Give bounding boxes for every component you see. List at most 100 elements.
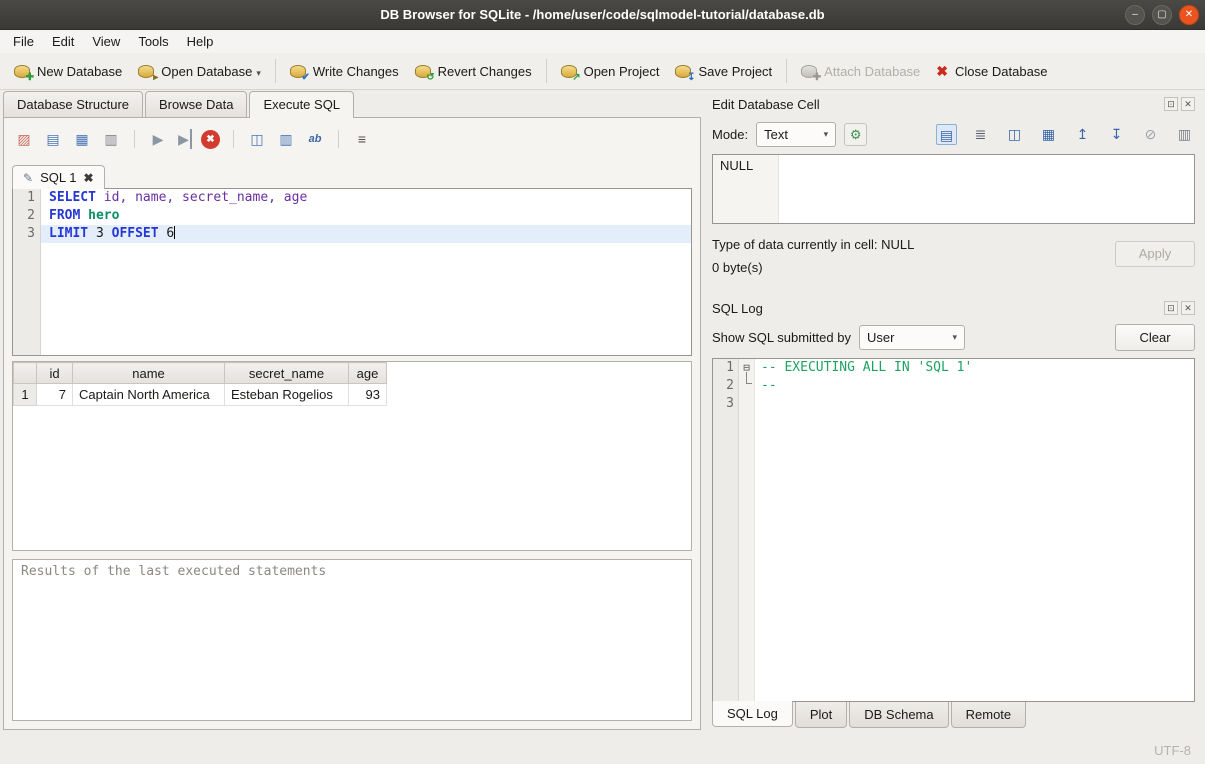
code-token: hero <box>88 208 119 223</box>
open-project-icon: ↗ <box>561 65 577 78</box>
log-line: -- <box>755 377 1194 395</box>
minimize-button[interactable]: – <box>1125 5 1145 25</box>
new-sql-file-icon[interactable]: ▨ <box>14 129 34 149</box>
code-token: LIMIT <box>49 226 88 241</box>
submitted-by-select[interactable]: User ▾ <box>859 325 965 350</box>
line-number: 2 <box>13 207 40 225</box>
code-token: id, name, secret_name, age <box>96 190 307 205</box>
format-sql-icon[interactable]: ≡ <box>352 129 372 149</box>
execute-line-icon[interactable]: ▶ <box>177 129 192 149</box>
auto-detect-mode-icon[interactable]: ⚙ <box>844 123 867 146</box>
save-sql-file-icon[interactable]: ▦ <box>72 129 92 149</box>
sql-log-view[interactable]: 123 ⊟ -- EXECUTING ALL IN 'SQL 1'-- <box>712 358 1195 702</box>
results-message: Results of the last executed statements <box>12 559 692 721</box>
toolbar-separator <box>546 59 547 83</box>
revert-changes-button[interactable]: ↺Revert Changes <box>407 59 540 84</box>
table-row: 17Captain North AmericaEsteban Rogelios9… <box>14 384 387 406</box>
column-header-age[interactable]: age <box>349 363 387 384</box>
execute-all-icon[interactable]: ▶ <box>148 129 168 149</box>
cell[interactable]: 7 <box>37 384 73 406</box>
cell-editor-area[interactable] <box>779 155 1194 223</box>
print-icon[interactable]: ▥ <box>101 129 121 149</box>
column-header-secret-name[interactable]: secret_name <box>225 363 349 384</box>
app-window: DB Browser for SQLite - /home/user/code/… <box>0 0 1205 764</box>
right-dock: Edit Database Cell ⊡ ✕ Mode: Text ▾ ⚙ ▤≣… <box>704 90 1205 736</box>
sql-editor[interactable]: 123 SELECT id, name, secret_name, ageFRO… <box>12 188 692 356</box>
tab-plot[interactable]: Plot <box>795 702 847 728</box>
float-panel-icon[interactable]: ⊡ <box>1164 301 1178 315</box>
save-project-button[interactable]: ↧Save Project <box>667 59 780 84</box>
export-icon[interactable]: ↧ <box>1106 124 1127 145</box>
open-in-new-tab-icon[interactable]: ◫ <box>247 129 267 149</box>
revert-changes-icon: ↺ <box>415 65 431 78</box>
sql-tab-label: SQL 1 <box>40 170 76 185</box>
close-button[interactable]: ✕ <box>1179 5 1199 25</box>
fold-marker[interactable] <box>739 377 754 395</box>
close-panel-icon[interactable]: ✕ <box>1181 97 1195 111</box>
column-header-name[interactable]: name <box>73 363 225 384</box>
row-number[interactable]: 1 <box>14 384 37 406</box>
cell-editor[interactable]: NULL <box>712 154 1195 224</box>
stop-icon[interactable]: ✖ <box>201 130 220 149</box>
new-database-button[interactable]: ✚New Database <box>6 59 130 84</box>
toolbar-separator <box>338 130 339 148</box>
print-icon[interactable]: ▥ <box>1174 124 1195 145</box>
toolbar-separator <box>233 130 234 148</box>
open-database-icon-overlay: ▸ <box>153 73 158 83</box>
apply-button[interactable]: Apply <box>1115 241 1195 267</box>
maximize-button[interactable]: ▢ <box>1152 5 1172 25</box>
cell[interactable]: 93 <box>349 384 387 406</box>
line-number: 1 <box>713 359 738 377</box>
menu-item-edit[interactable]: Edit <box>43 30 83 53</box>
close-database-icon: ✖ <box>936 64 948 78</box>
find-replace-icon[interactable]: ab <box>305 129 325 149</box>
tab-db-schema[interactable]: DB Schema <box>849 702 948 728</box>
text-cursor <box>174 226 175 239</box>
float-panel-icon[interactable]: ⊡ <box>1164 97 1178 111</box>
attach-database-button[interactable]: ✚Attach Database <box>793 59 928 84</box>
close-database-button[interactable]: ✖Close Database <box>928 59 1055 84</box>
new-database-button-label: New Database <box>37 64 122 79</box>
browse-results-icon[interactable]: ▥ <box>276 129 296 149</box>
edit-cell-header: Edit Database Cell ⊡ ✕ <box>712 93 1195 115</box>
text-view-icon[interactable]: ▤ <box>936 124 957 145</box>
menu-item-help[interactable]: Help <box>178 30 223 53</box>
editor-code-area[interactable]: SELECT id, name, secret_name, ageFROM he… <box>41 189 691 355</box>
tab-remote[interactable]: Remote <box>951 702 1027 728</box>
titlebar[interactable]: DB Browser for SQLite - /home/user/code/… <box>0 0 1205 30</box>
cell[interactable]: Esteban Rogelios <box>225 384 349 406</box>
tab-sql-log[interactable]: SQL Log <box>712 701 793 727</box>
window-title: DB Browser for SQLite - /home/user/code/… <box>0 7 1205 22</box>
tab-database-structure[interactable]: Database Structure <box>3 91 143 117</box>
tab-browse-data[interactable]: Browse Data <box>145 91 247 117</box>
cell[interactable]: Captain North America <box>73 384 225 406</box>
sql-tab[interactable]: ✎ SQL 1 ✖ <box>12 165 105 189</box>
content-area: Database StructureBrowse DataExecute SQL… <box>0 90 1205 736</box>
open-project-button[interactable]: ↗Open Project <box>553 59 668 84</box>
close-panel-icon[interactable]: ✕ <box>1181 301 1195 315</box>
menu-item-view[interactable]: View <box>83 30 129 53</box>
import-icon[interactable]: ↥ <box>1072 124 1093 145</box>
editor-gutter: 123 <box>13 189 41 355</box>
sql-log-title: SQL Log <box>712 301 1164 316</box>
open-database-icon: ▸ <box>138 65 154 78</box>
menu-item-file[interactable]: File <box>4 30 43 53</box>
open-database-button[interactable]: ▸Open Database▾ <box>130 59 269 84</box>
open-sql-file-icon[interactable]: ▤ <box>43 129 63 149</box>
menu-item-tools[interactable]: Tools <box>129 30 177 53</box>
dropdown-caret-icon[interactable]: ▾ <box>256 68 261 79</box>
cell-info: Type of data currently in cell: NULL 0 b… <box>712 236 1195 284</box>
code-token <box>80 208 88 223</box>
editor-line: FROM hero <box>41 207 691 225</box>
close-tab-icon[interactable]: ✖ <box>83 171 93 185</box>
tab-execute-sql[interactable]: Execute SQL <box>249 91 354 118</box>
clear-button[interactable]: Clear <box>1115 324 1195 351</box>
set-null-icon[interactable]: ⊘ <box>1140 124 1161 145</box>
mode-select[interactable]: Text ▾ <box>756 122 836 147</box>
save-as-icon[interactable]: ▦ <box>1038 124 1059 145</box>
copy-icon[interactable]: ◫ <box>1004 124 1025 145</box>
main-tab-bar: Database StructureBrowse DataExecute SQL <box>0 90 704 117</box>
word-wrap-icon[interactable]: ≣ <box>970 124 991 145</box>
write-changes-button[interactable]: ✔Write Changes <box>282 59 407 84</box>
column-header-id[interactable]: id <box>37 363 73 384</box>
